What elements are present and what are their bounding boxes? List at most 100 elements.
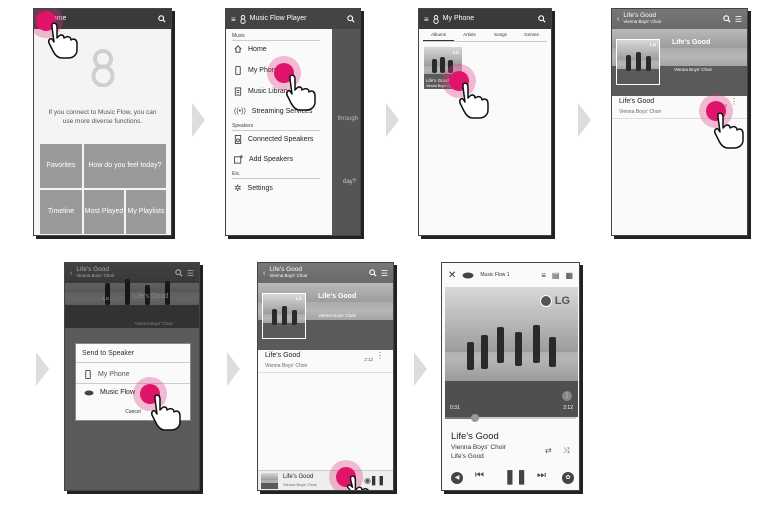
drawer-item-settings[interactable]: ✲ Settings: [234, 183, 273, 194]
track-title: Life's Good: [265, 352, 301, 359]
step-arrow: [36, 352, 49, 386]
album-header: ‹ Life's Good Vienna Boys' Choir ☰: [612, 9, 747, 29]
step-arrow: [414, 352, 427, 386]
shuffle-icon[interactable]: ⤨: [563, 446, 569, 456]
tile-timeline[interactable]: Timeline: [40, 190, 82, 234]
more-icon[interactable]: ⋮: [562, 391, 572, 401]
screen-drawer: ≡ Music Flow Player through day? Music H…: [225, 8, 361, 236]
search-icon[interactable]: [175, 269, 183, 277]
progress-track[interactable]: [445, 414, 576, 422]
send-art-artist: Vienna Boys' Choir: [135, 321, 174, 326]
search-icon[interactable]: [723, 15, 731, 23]
step-arrow: [386, 103, 399, 137]
mini-player-art: [261, 473, 278, 489]
lg-logo: LG: [103, 296, 110, 301]
connect-message: If you connect to Music Flow, you can us…: [48, 109, 157, 125]
drawer-item-myphone[interactable]: My Phone: [234, 66, 280, 75]
speaker-option-phone[interactable]: My Phone: [84, 370, 130, 379]
send-header: ‹ Life's Good Vienna Boys' Choir ☰: [65, 263, 199, 283]
search-icon[interactable]: [538, 15, 546, 23]
tab-artists[interactable]: Artists: [454, 32, 485, 41]
menu-icon[interactable]: ≡: [231, 15, 236, 24]
lg-logo-badge: LG: [539, 295, 570, 307]
drawer-item-library[interactable]: Music Library: [234, 87, 290, 96]
album-art-artist: Vienna Boys' Choir: [674, 67, 713, 72]
menu-icon[interactable]: ≡: [424, 15, 429, 24]
home-icon: [234, 45, 242, 53]
track-title: Life's Good: [619, 98, 655, 105]
speaker-option-label: Music Flow: [100, 389, 136, 396]
prev-icon[interactable]: ⏮: [475, 470, 484, 481]
volume-icon[interactable]: ◀: [451, 472, 463, 484]
music-flow-logo: [90, 49, 116, 87]
progress-thumb[interactable]: [471, 414, 480, 422]
tile-my-playlists[interactable]: My Playlists: [126, 190, 166, 234]
send-art-title: Life's Good: [133, 293, 169, 300]
edit-icon[interactable]: ▤: [552, 271, 560, 280]
speaker-option-musicflow[interactable]: Music Flow: [84, 389, 135, 396]
step-arrow: [227, 352, 240, 386]
track-row[interactable]: Life's Good Vienna Boys' Choir 2:12 ⋮: [258, 349, 393, 373]
lg-circle-icon: [539, 295, 552, 307]
phone-icon: [84, 370, 92, 379]
pause-icon[interactable]: ❚❚: [504, 468, 527, 485]
tile-favorites[interactable]: Favorites: [40, 144, 82, 188]
back-icon[interactable]: ‹: [70, 270, 72, 277]
drawer-item-add[interactable]: Add Speakers: [234, 155, 293, 164]
drawer-title: Music Flow Player: [249, 15, 307, 23]
track-artist: Vienna Boys' Choir: [265, 363, 308, 369]
tab-albums[interactable]: Albums: [423, 32, 454, 41]
lg-logo: LG: [296, 296, 303, 301]
bg-text-today: day?: [342, 179, 356, 185]
bg-text-through: through: [337, 116, 358, 122]
send-dialog-title: Send to Speaker: [82, 350, 135, 357]
drawer-item-label: Connected Speakers: [248, 136, 314, 143]
repeat-icon[interactable]: ⇄: [545, 446, 552, 455]
divider: [232, 130, 320, 131]
tile-mood[interactable]: How do you feel today?: [84, 144, 166, 188]
screen-album: ‹ Life's Good Vienna Boys' Choir ☰ LG Lif…: [611, 8, 748, 236]
elapsed-time: 0:31: [450, 405, 460, 411]
tab-genres[interactable]: Genres: [516, 32, 547, 41]
speaker-icon: [462, 272, 474, 279]
tile-most-played[interactable]: Most Played: [84, 190, 124, 234]
sort-icon[interactable]: ☰: [735, 15, 742, 24]
drawer-item-connected[interactable]: Connected Speakers: [234, 135, 313, 144]
speaker-name[interactable]: Music Flow 1: [480, 272, 535, 278]
divider: [232, 40, 320, 41]
hand-pointer-icon: [286, 74, 316, 111]
step-arrow: [192, 103, 205, 137]
myphone-header: ≡ My Phone: [419, 9, 551, 29]
streaming-icon: ((•)): [234, 108, 246, 115]
search-icon[interactable]: [347, 15, 355, 23]
track-duration: 2:12: [364, 357, 373, 362]
drawer-header: ≡ Music Flow Player: [226, 9, 360, 29]
search-icon[interactable]: [158, 15, 166, 23]
back-icon[interactable]: ‹: [263, 270, 265, 277]
queue-icon[interactable]: ≡: [541, 271, 546, 280]
grid-icon[interactable]: ▦: [565, 271, 573, 280]
next-icon[interactable]: ⏭: [537, 470, 546, 481]
hand-pointer-icon: [48, 22, 78, 59]
total-time: 2:12: [563, 405, 573, 411]
search-icon[interactable]: [369, 269, 377, 277]
tab-songs[interactable]: Songs: [485, 32, 516, 41]
close-icon[interactable]: ✕: [448, 270, 456, 281]
playlist-icon[interactable]: ✿: [562, 472, 574, 484]
np-artist: Vienna Boys' Choir: [451, 444, 506, 451]
mp-art-artist: Vienna Boys' Choir: [318, 313, 357, 318]
lg-logo: LG: [554, 295, 570, 307]
sort-icon[interactable]: ☰: [381, 269, 388, 278]
screen-send: ‹ Life's Good Vienna Boys' Choir ☰ LG Lif…: [64, 262, 200, 491]
sort-icon[interactable]: ☰: [187, 269, 194, 278]
hand-pointer-icon: [346, 475, 369, 490]
mp-art-title: Life's Good: [318, 293, 357, 300]
more-icon[interactable]: ⋮: [376, 352, 384, 360]
more-icon[interactable]: ⋮: [730, 98, 738, 106]
mini-player-artist: Vienna Boys' Choir: [283, 482, 317, 487]
np-album: Life's Good: [451, 453, 484, 460]
hand-pointer-icon: [151, 394, 181, 431]
speaker-icon: [234, 135, 242, 144]
drawer-item-home[interactable]: Home: [234, 45, 267, 53]
back-icon[interactable]: ‹: [617, 16, 619, 23]
